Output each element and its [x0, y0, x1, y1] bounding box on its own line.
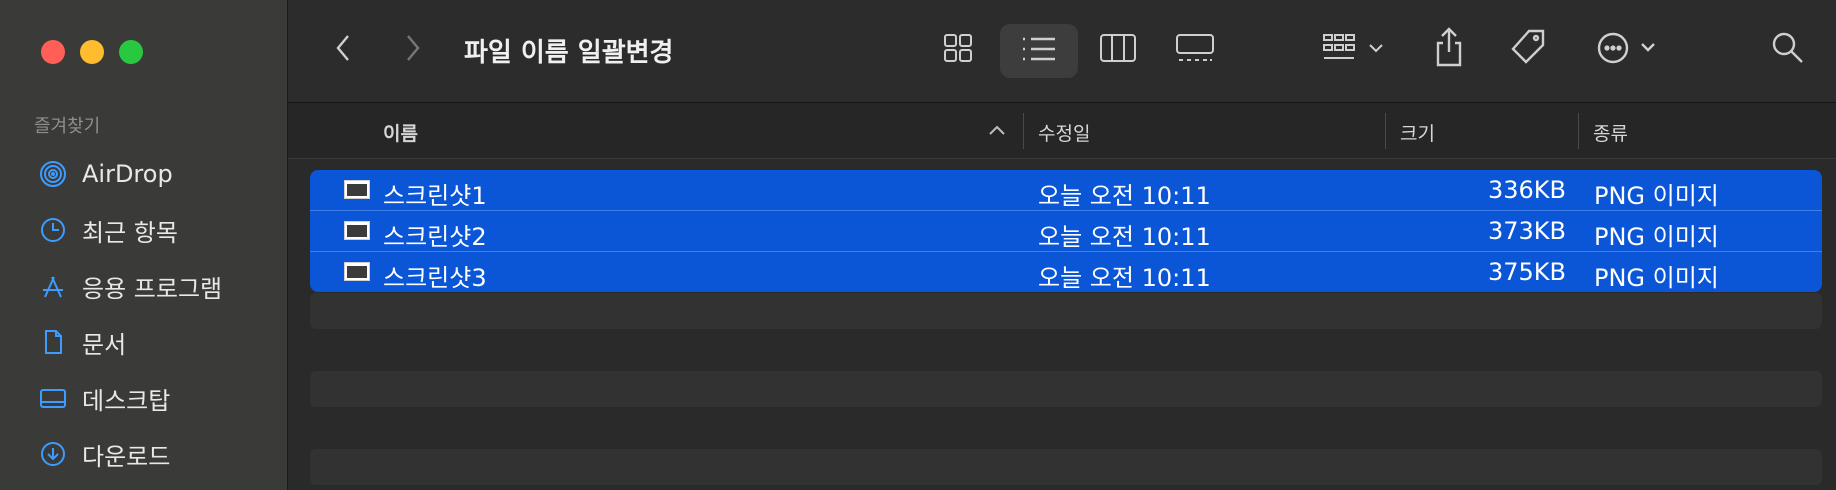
search-button[interactable]	[1768, 30, 1808, 70]
group-button[interactable]	[1320, 30, 1390, 70]
sort-ascending-icon	[988, 120, 1006, 142]
more-actions-button[interactable]	[1594, 30, 1664, 70]
file-row[interactable]: 스크린샷1 오늘 오전 10:11 336KB PNG 이미지	[310, 170, 1822, 211]
gallery-view-button[interactable]	[1173, 30, 1217, 70]
empty-row-stripe	[310, 293, 1822, 329]
column-divider[interactable]	[1385, 113, 1386, 149]
gallery-icon	[1175, 33, 1215, 67]
sidebar: 즐겨찾기 AirDrop 최근 항목 응용 프로그램 문서 데스크탑 다운로드	[0, 0, 288, 490]
sidebar-item-recents[interactable]: 최근 항목	[0, 202, 287, 258]
sidebar-list: AirDrop 최근 항목 응용 프로그램 문서 데스크탑 다운로드	[0, 146, 287, 482]
window-controls	[41, 40, 143, 64]
sidebar-item-applications[interactable]: 응용 프로그램	[0, 258, 287, 314]
chevron-left-icon	[333, 32, 353, 68]
file-kind: PNG 이미지	[1594, 223, 1719, 251]
file-row[interactable]: 스크린샷2 오늘 오전 10:11 373KB PNG 이미지	[310, 211, 1822, 252]
column-header: 이름 수정일 크기 종류	[288, 103, 1836, 159]
file-list: 스크린샷1 오늘 오전 10:11 336KB PNG 이미지 스크린샷2 오늘…	[310, 170, 1822, 292]
window-title: 파일 이름 일괄변경	[464, 38, 674, 68]
share-icon	[1433, 26, 1465, 72]
column-divider[interactable]	[1578, 113, 1579, 149]
document-icon	[38, 327, 68, 357]
icon-view-button[interactable]	[938, 30, 978, 70]
toolbar: 파일 이름 일괄변경	[288, 0, 1836, 103]
image-file-icon	[344, 221, 370, 240]
column-header-kind[interactable]: 종류	[1593, 119, 1628, 146]
tag-icon	[1509, 28, 1547, 70]
file-modified: 오늘 오전 10:11	[1038, 223, 1211, 251]
column-view-button[interactable]	[1096, 30, 1140, 70]
forward-button[interactable]	[398, 32, 428, 68]
columns-icon	[1099, 33, 1137, 67]
column-header-modified[interactable]: 수정일	[1038, 119, 1090, 146]
sidebar-item-label: 최근 항목	[82, 218, 178, 247]
sidebar-item-airdrop[interactable]: AirDrop	[0, 146, 287, 202]
download-icon	[38, 439, 68, 469]
column-header-name[interactable]: 이름	[383, 119, 418, 146]
minimize-button[interactable]	[80, 40, 104, 64]
ellipsis-circle-icon	[1596, 31, 1662, 69]
sidebar-item-label: 다운로드	[82, 442, 171, 471]
file-modified: 오늘 오전 10:11	[1038, 182, 1211, 210]
zoom-button[interactable]	[119, 40, 143, 64]
finder-window: 즐겨찾기 AirDrop 최근 항목 응용 프로그램 문서 데스크탑 다운로드 …	[0, 0, 1836, 490]
image-file-icon	[344, 262, 370, 281]
airdrop-icon	[38, 159, 68, 189]
list-view-button[interactable]	[1000, 24, 1078, 78]
file-size: 375KB	[1487, 258, 1566, 286]
file-name: 스크린샷1	[383, 182, 487, 210]
tag-button[interactable]	[1508, 28, 1548, 70]
file-kind: PNG 이미지	[1594, 264, 1719, 292]
empty-row-stripe	[310, 371, 1822, 407]
sidebar-item-label: 데스크탑	[82, 386, 171, 415]
sidebar-item-documents[interactable]: 문서	[0, 314, 287, 370]
clock-icon	[38, 215, 68, 245]
desktop-icon	[38, 383, 68, 413]
file-size: 373KB	[1487, 217, 1566, 245]
sidebar-item-label: AirDrop	[82, 160, 173, 188]
file-modified: 오늘 오전 10:11	[1038, 264, 1211, 292]
grid-icon	[942, 32, 974, 68]
applications-icon	[38, 271, 68, 301]
sidebar-item-label: 문서	[82, 330, 127, 359]
image-file-icon	[344, 180, 370, 199]
column-divider[interactable]	[1023, 113, 1024, 149]
file-row[interactable]: 스크린샷3 오늘 오전 10:11 375KB PNG 이미지	[310, 252, 1822, 292]
group-grid-icon	[1322, 32, 1388, 68]
share-button[interactable]	[1431, 26, 1467, 72]
back-button[interactable]	[328, 32, 358, 68]
file-kind: PNG 이미지	[1594, 182, 1719, 210]
list-icon	[1021, 35, 1057, 67]
column-header-size[interactable]: 크기	[1400, 119, 1435, 146]
file-name: 스크린샷2	[383, 223, 487, 251]
sidebar-item-label: 응용 프로그램	[82, 274, 223, 303]
file-name: 스크린샷3	[383, 264, 487, 292]
empty-row-stripe	[310, 449, 1822, 485]
chevron-right-icon	[403, 32, 423, 68]
search-icon	[1770, 30, 1806, 70]
close-button[interactable]	[41, 40, 65, 64]
file-size: 336KB	[1487, 176, 1566, 204]
sidebar-section-title: 즐겨찾기	[34, 116, 101, 137]
sidebar-item-downloads[interactable]: 다운로드	[0, 426, 287, 482]
sidebar-item-desktop[interactable]: 데스크탑	[0, 370, 287, 426]
